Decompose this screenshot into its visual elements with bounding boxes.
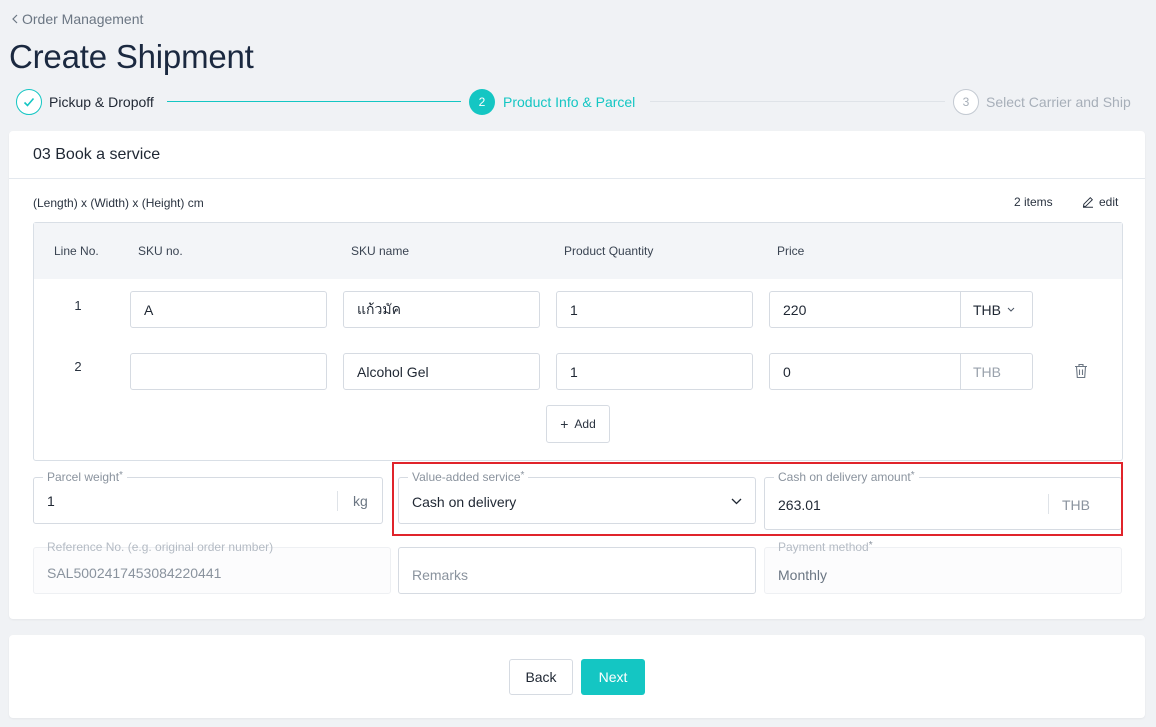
sku-name-input[interactable]: Alcohol Gel	[343, 353, 540, 390]
price-input[interactable]: 0	[769, 353, 961, 390]
pencil-icon	[1082, 196, 1094, 208]
quantity-input[interactable]: 1	[556, 291, 753, 328]
dimensions-label: (Length) x (Width) x (Height) cm	[33, 196, 204, 210]
currency-select[interactable]: THB	[960, 291, 1033, 328]
parcel-weight-field[interactable]: Parcel weight* 1 kg	[33, 470, 383, 524]
currency-display: THB	[960, 353, 1033, 390]
row-line-no: 1	[74, 298, 82, 313]
step-label-pickup: Pickup & Dropoff	[49, 94, 154, 110]
step-number-2: 2	[469, 89, 495, 115]
step-number-3: 3	[953, 89, 979, 115]
parcel-weight-label: Parcel weight*	[43, 470, 127, 484]
step-done-icon	[16, 89, 42, 115]
product-table: Line No. SKU no. SKU name Product Quanti…	[33, 222, 1123, 461]
chevron-left-icon	[12, 14, 18, 24]
sku-no-input[interactable]: A	[130, 291, 327, 328]
items-count: 2 items	[1014, 195, 1053, 209]
header-price: Price	[777, 244, 805, 258]
book-service-card: 03 Book a service (Length) x (Width) x (…	[9, 131, 1145, 619]
parcel-weight-value: 1	[47, 493, 55, 509]
reference-label: Reference No. (e.g. original order numbe…	[47, 540, 274, 554]
remarks-placeholder: Remarks	[412, 567, 469, 583]
header-product-quantity: Product Quantity	[564, 244, 654, 258]
section-title: 03 Book a service	[33, 146, 161, 163]
edit-label: edit	[1099, 195, 1119, 209]
sku-name-input[interactable]: แก้วมัค	[343, 291, 540, 328]
quantity-input[interactable]: 1	[556, 353, 753, 390]
next-button[interactable]: Next	[581, 659, 645, 695]
check-icon	[23, 97, 35, 107]
step-connector	[650, 101, 945, 102]
step-label-product-info: Product Info & Parcel	[503, 94, 636, 110]
remarks-input[interactable]: Remarks	[398, 547, 756, 594]
chevron-down-icon	[1007, 307, 1015, 312]
weight-unit: kg	[353, 493, 368, 509]
plus-icon: +	[560, 416, 569, 432]
price-input[interactable]: 220	[769, 291, 961, 328]
table-header: Line No. SKU no. SKU name Product Quanti…	[34, 223, 1122, 279]
header-sku-no: SKU no.	[138, 244, 183, 258]
highlight-box	[392, 462, 1123, 536]
footer-actions: Back Next	[9, 635, 1145, 718]
step-label-carrier: Select Carrier and Ship	[986, 94, 1131, 110]
reference-value: SAL5002417453084220441	[47, 565, 222, 581]
step-connector	[167, 101, 461, 102]
reference-no-field: Reference No. (e.g. original order numbe…	[33, 540, 391, 594]
payment-label: Payment method*	[778, 540, 873, 554]
breadcrumb-label: Order Management	[22, 11, 144, 27]
breadcrumb[interactable]: Order Management	[12, 11, 143, 27]
header-sku-name: SKU name	[351, 244, 410, 258]
header-line-no: Line No.	[54, 244, 99, 258]
payment-method-field: Payment method* Monthly	[764, 540, 1122, 594]
stepper: Pickup & Dropoff 2 Product Info & Parcel…	[16, 89, 1141, 115]
delete-row-button[interactable]	[1074, 363, 1088, 384]
sku-no-input[interactable]	[130, 353, 327, 390]
trash-icon	[1075, 363, 1087, 379]
currency-value: THB	[973, 301, 1001, 318]
payment-value: Monthly	[778, 567, 828, 583]
add-label: Add	[574, 417, 596, 431]
divider	[337, 491, 338, 511]
currency-value: THB	[973, 363, 1001, 380]
card-header: 03 Book a service	[9, 131, 1145, 179]
back-button[interactable]: Back	[509, 659, 573, 695]
page-title: Create Shipment	[9, 38, 254, 75]
row-line-no: 2	[74, 359, 82, 374]
add-row-button[interactable]: + Add	[546, 405, 610, 443]
edit-button[interactable]: edit	[1082, 195, 1118, 209]
